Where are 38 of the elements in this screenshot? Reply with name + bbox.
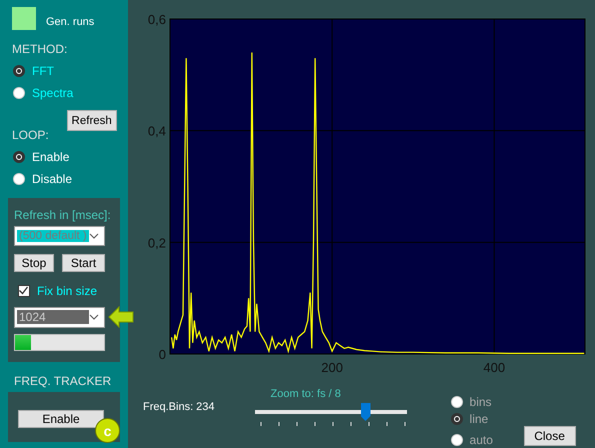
radio-label: line <box>470 412 488 426</box>
refresh-button[interactable]: Refresh <box>66 110 117 131</box>
bin-size-dropdown[interactable]: 1024 <box>14 306 105 328</box>
gen-runs-label: Gen. runs <box>46 16 94 28</box>
x-tick-label: 200 <box>321 360 343 375</box>
panel-button[interactable]: Start <box>62 254 105 272</box>
status-swatch <box>12 6 36 30</box>
radio-button[interactable] <box>13 65 25 77</box>
radio-label: FFT <box>32 64 54 78</box>
freq-tracker-label: FREQ. TRACKER <box>13 374 112 388</box>
radio-label: auto <box>470 433 493 447</box>
badge: c <box>95 418 120 443</box>
radio-label: bins <box>470 395 492 409</box>
freq-bins-label: Freq.Bins: 234 <box>143 401 215 415</box>
radio-label: Enable <box>32 150 70 164</box>
close-button[interactable]: Close <box>524 426 576 446</box>
zoom-label: Zoom to: fs / 8 <box>270 388 342 400</box>
y-tick-label: 0,2 <box>148 235 166 250</box>
radio-button[interactable] <box>13 151 25 163</box>
zoom-slider[interactable] <box>254 403 407 421</box>
slider-thumb[interactable] <box>360 403 370 421</box>
checkbox-label: Fix bin size <box>37 284 98 298</box>
enable-button[interactable]: Enable <box>18 410 104 428</box>
chevron-icon <box>89 314 99 320</box>
radio-label: Disable <box>32 172 72 186</box>
y-tick-label: 0,6 <box>148 12 166 27</box>
arrow-icon <box>108 306 134 328</box>
y-tick-label: 0 <box>158 347 166 362</box>
chevron-icon <box>89 233 99 239</box>
panel-button[interactable]: Stop <box>14 254 54 272</box>
loop-label: LOOP: <box>11 128 49 142</box>
radio-button[interactable] <box>450 413 463 425</box>
method-label: METHOD: <box>11 42 68 56</box>
refresh-label: Refresh in [msec]: <box>14 208 112 222</box>
checkbox[interactable] <box>18 285 30 297</box>
radio-label: Spectra <box>32 86 74 100</box>
x-tick-label: 400 <box>483 360 506 375</box>
y-tick-label: 0,4 <box>148 124 166 139</box>
